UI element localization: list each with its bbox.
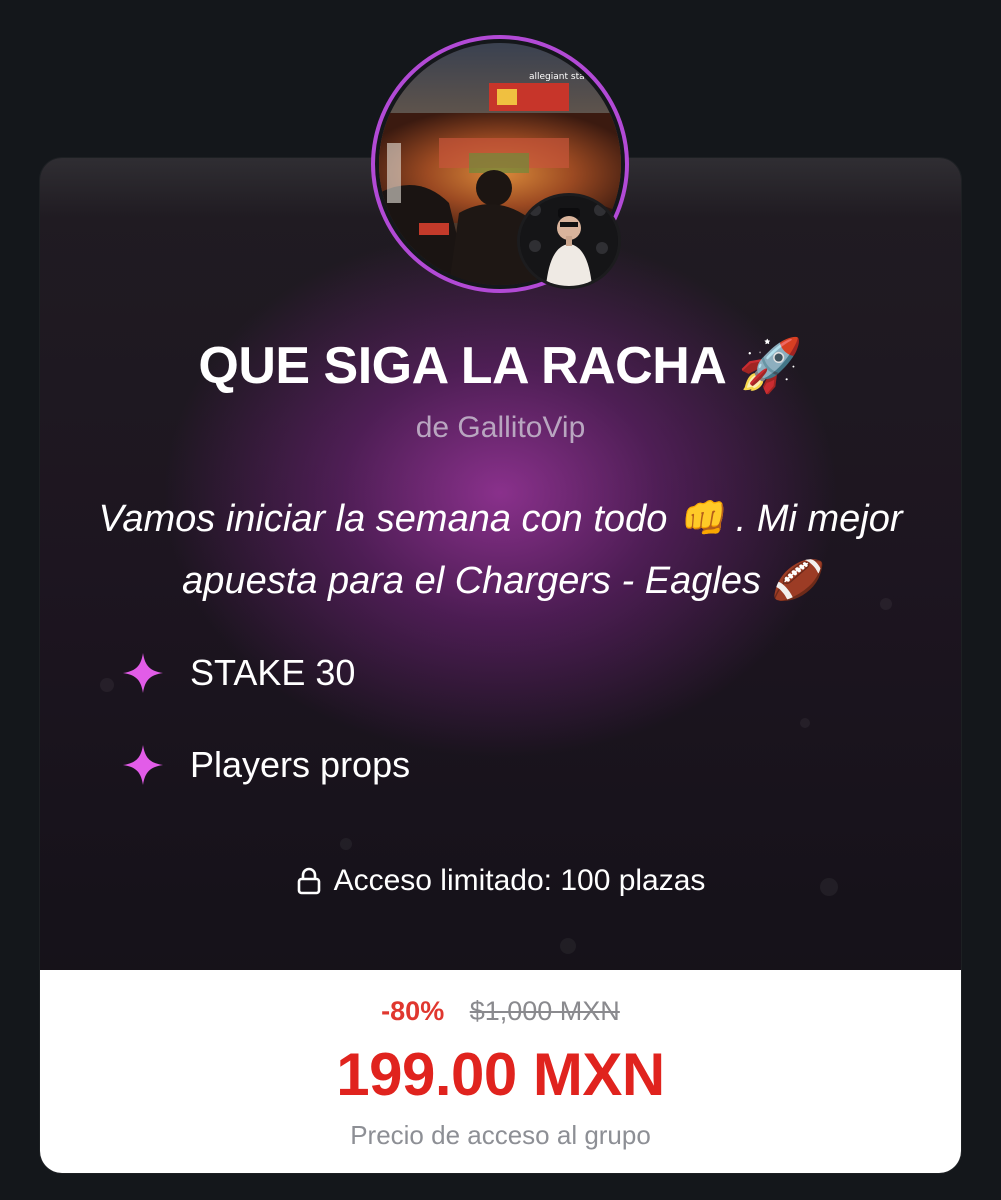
sparkle-icon bbox=[120, 650, 166, 696]
feature-label: STAKE 30 bbox=[190, 652, 356, 693]
creator-avatar[interactable] bbox=[517, 193, 621, 289]
discount-row: -80% $1,000 MXN bbox=[40, 996, 961, 1027]
current-price: 199.00 MXN bbox=[336, 1041, 665, 1108]
group-description: Vamos iniciar la semana con todo 👊 . Mi … bbox=[98, 498, 903, 602]
feature-label: Players props bbox=[190, 744, 411, 785]
group-author[interactable]: de GallitoVip bbox=[0, 411, 1001, 445]
original-price: $1,000 MXN bbox=[469, 996, 620, 1026]
price-caption: Precio de acceso al grupo bbox=[350, 1120, 651, 1150]
feature-item: Players props bbox=[120, 737, 410, 793]
stadium-sign: allegiant stadium bbox=[529, 72, 607, 82]
access-limit: Acceso limitado: 100 plazas bbox=[0, 864, 1001, 898]
access-text: Acceso limitado: 100 plazas bbox=[333, 864, 706, 897]
group-title: QUE SIGA LA RACHA 🚀 bbox=[198, 337, 803, 395]
feature-list: STAKE 30 Players props bbox=[120, 645, 410, 829]
price-panel: -80% $1,000 MXN 199.00 MXN Precio de acc… bbox=[40, 970, 961, 1173]
feature-item: STAKE 30 bbox=[120, 645, 410, 701]
lock-icon bbox=[296, 866, 322, 896]
discount-badge: -80% bbox=[381, 996, 445, 1026]
sparkle-icon bbox=[120, 742, 166, 788]
